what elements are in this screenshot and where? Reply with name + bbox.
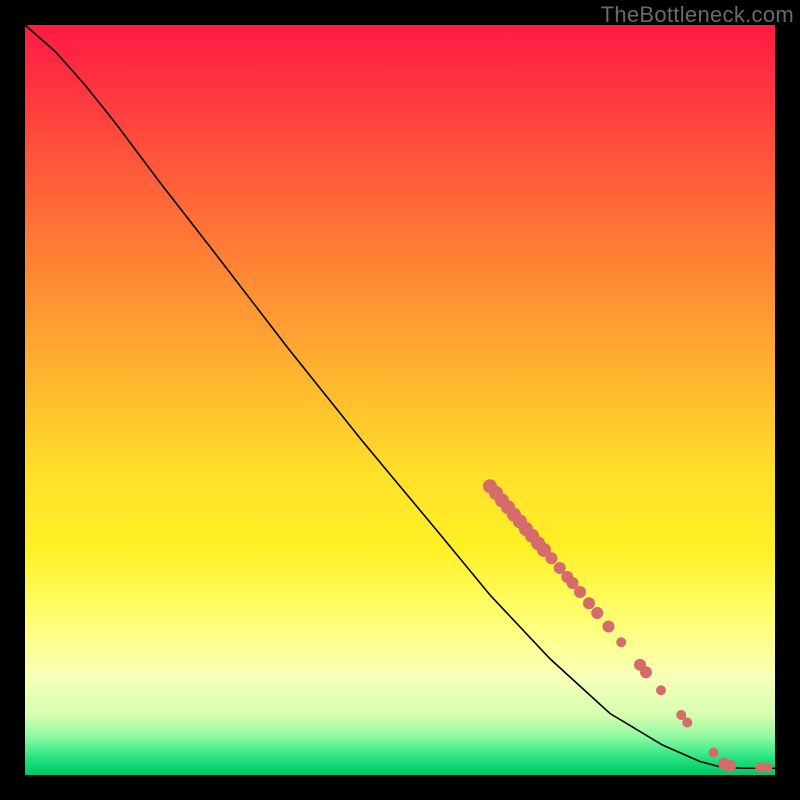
data-point bbox=[591, 607, 603, 619]
chart-stage: TheBottleneck.com bbox=[0, 0, 800, 800]
bottleneck-curve bbox=[25, 25, 775, 768]
data-point bbox=[763, 763, 773, 773]
data-point bbox=[682, 718, 692, 728]
plot-area bbox=[25, 25, 775, 775]
chart-svg bbox=[25, 25, 775, 775]
data-point bbox=[574, 586, 586, 598]
data-point bbox=[709, 748, 719, 758]
data-point bbox=[724, 760, 736, 772]
data-point bbox=[583, 597, 595, 609]
data-point bbox=[656, 685, 666, 695]
data-points-group bbox=[483, 479, 773, 772]
data-point bbox=[616, 637, 626, 647]
data-point bbox=[603, 621, 615, 633]
data-point bbox=[640, 666, 652, 678]
data-point bbox=[546, 552, 558, 564]
